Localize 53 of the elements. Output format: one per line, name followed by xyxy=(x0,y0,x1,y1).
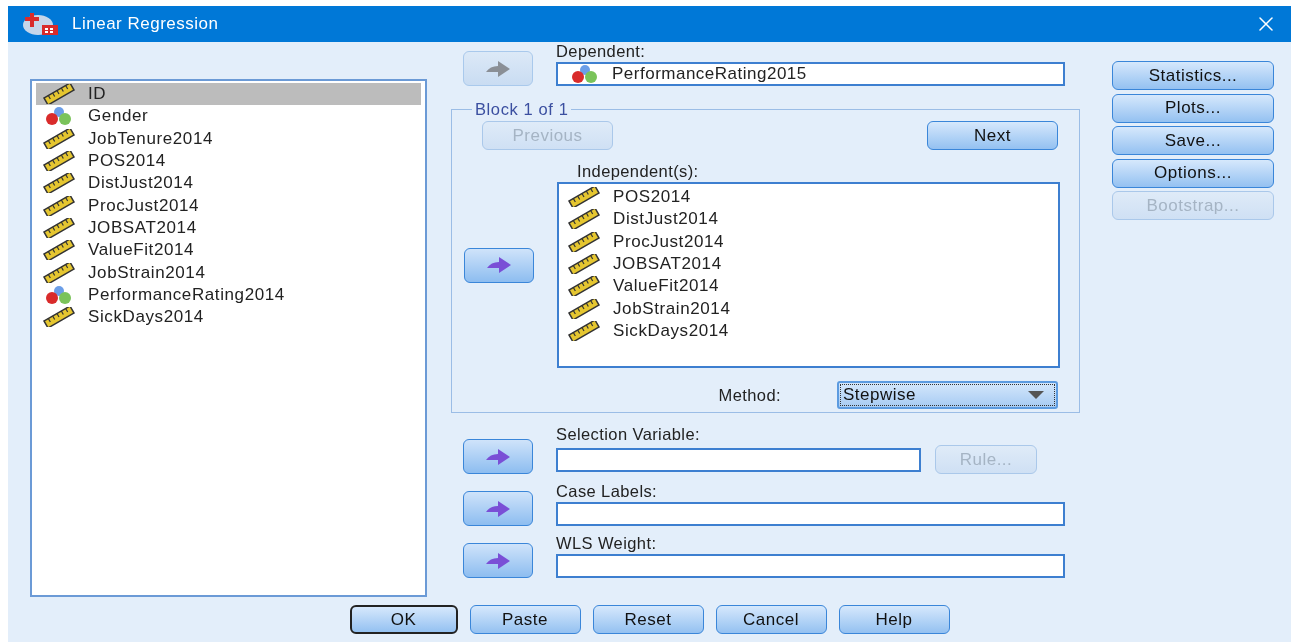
variable-item[interactable]: JOBSAT2014 xyxy=(567,252,1050,276)
dialog-button[interactable]: Cancel xyxy=(715,605,827,634)
move-arrow-button[interactable] xyxy=(464,247,534,283)
variable-item[interactable]: Gender xyxy=(36,105,421,128)
variable-item[interactable]: ProcJust2014 xyxy=(567,230,1050,253)
method-dropdown[interactable]: Stepwise xyxy=(837,381,1058,409)
arrow-icon xyxy=(484,499,512,518)
caret-icon xyxy=(1028,391,1044,399)
arrow-icon xyxy=(484,447,512,466)
input-field[interactable] xyxy=(556,447,921,472)
move-arrow-button[interactable] xyxy=(463,439,533,474)
variable-item[interactable]: SickDays2014 xyxy=(567,319,1050,343)
side-button[interactable]: Options... xyxy=(1112,158,1274,188)
next-button[interactable]: Next xyxy=(927,121,1058,150)
variable-item[interactable]: DistJust2014 xyxy=(567,208,1050,231)
side-button[interactable]: Plots... xyxy=(1112,93,1274,123)
variable-item[interactable]: JobStrain2014 xyxy=(567,297,1050,320)
variable-item[interactable]: JobTenure2014 xyxy=(36,127,421,150)
variable-item[interactable]: JobStrain2014 xyxy=(36,261,421,284)
variable-item[interactable]: PerformanceRating2014 xyxy=(36,283,421,306)
arrow-icon xyxy=(485,256,513,274)
variable-item[interactable]: JOBSAT2014 xyxy=(36,216,421,240)
variable-item[interactable]: ValueFit2014 xyxy=(36,239,421,262)
side-button[interactable]: Save... xyxy=(1112,126,1274,155)
dialog-button[interactable]: Help xyxy=(838,605,950,634)
dialog-button[interactable]: Reset xyxy=(592,605,704,634)
side-button[interactable]: Statistics... xyxy=(1112,61,1274,90)
dependent-field[interactable]: PerformanceRating2015 xyxy=(556,62,1065,86)
variable-item[interactable]: ProcJust2014 xyxy=(36,194,421,217)
input-field[interactable] xyxy=(556,502,1065,526)
dialog-button[interactable]: Paste xyxy=(469,605,581,634)
group-title: Block 1 of 1 xyxy=(474,100,570,119)
move-arrow-button[interactable] xyxy=(463,543,533,578)
input-field[interactable] xyxy=(556,554,1065,578)
variable-item[interactable]: SickDays2014 xyxy=(36,305,421,329)
variable-item[interactable]: DistJust2014 xyxy=(36,172,421,195)
move-arrow-button[interactable] xyxy=(463,491,533,526)
field-label: Selection Variable: xyxy=(556,425,701,444)
dialog-button[interactable]: OK xyxy=(349,605,458,634)
variable-item[interactable]: ValueFit2014 xyxy=(567,275,1050,298)
variable-item[interactable]: POS2014 xyxy=(36,149,421,173)
variable-item[interactable]: POS2014 xyxy=(567,186,1050,209)
field-label: Method: xyxy=(718,385,781,405)
arrow-icon xyxy=(484,59,512,78)
variable-item[interactable]: ID xyxy=(36,83,421,106)
independents-list[interactable]: POS2014 DistJust2014 ProcJust2014 JOBSAT2014 ValueFit2014 JobStrain2014 SickDays2014 xyxy=(557,182,1060,368)
field-label: Independent(s): xyxy=(576,162,700,181)
field-label: WLS Weight: xyxy=(556,534,658,553)
app-icon xyxy=(22,11,60,37)
arrow-icon xyxy=(484,551,512,570)
window-title: Linear Regression xyxy=(72,14,220,34)
field-label: Case Labels: xyxy=(556,482,659,501)
field-label: Dependent: xyxy=(556,42,647,61)
